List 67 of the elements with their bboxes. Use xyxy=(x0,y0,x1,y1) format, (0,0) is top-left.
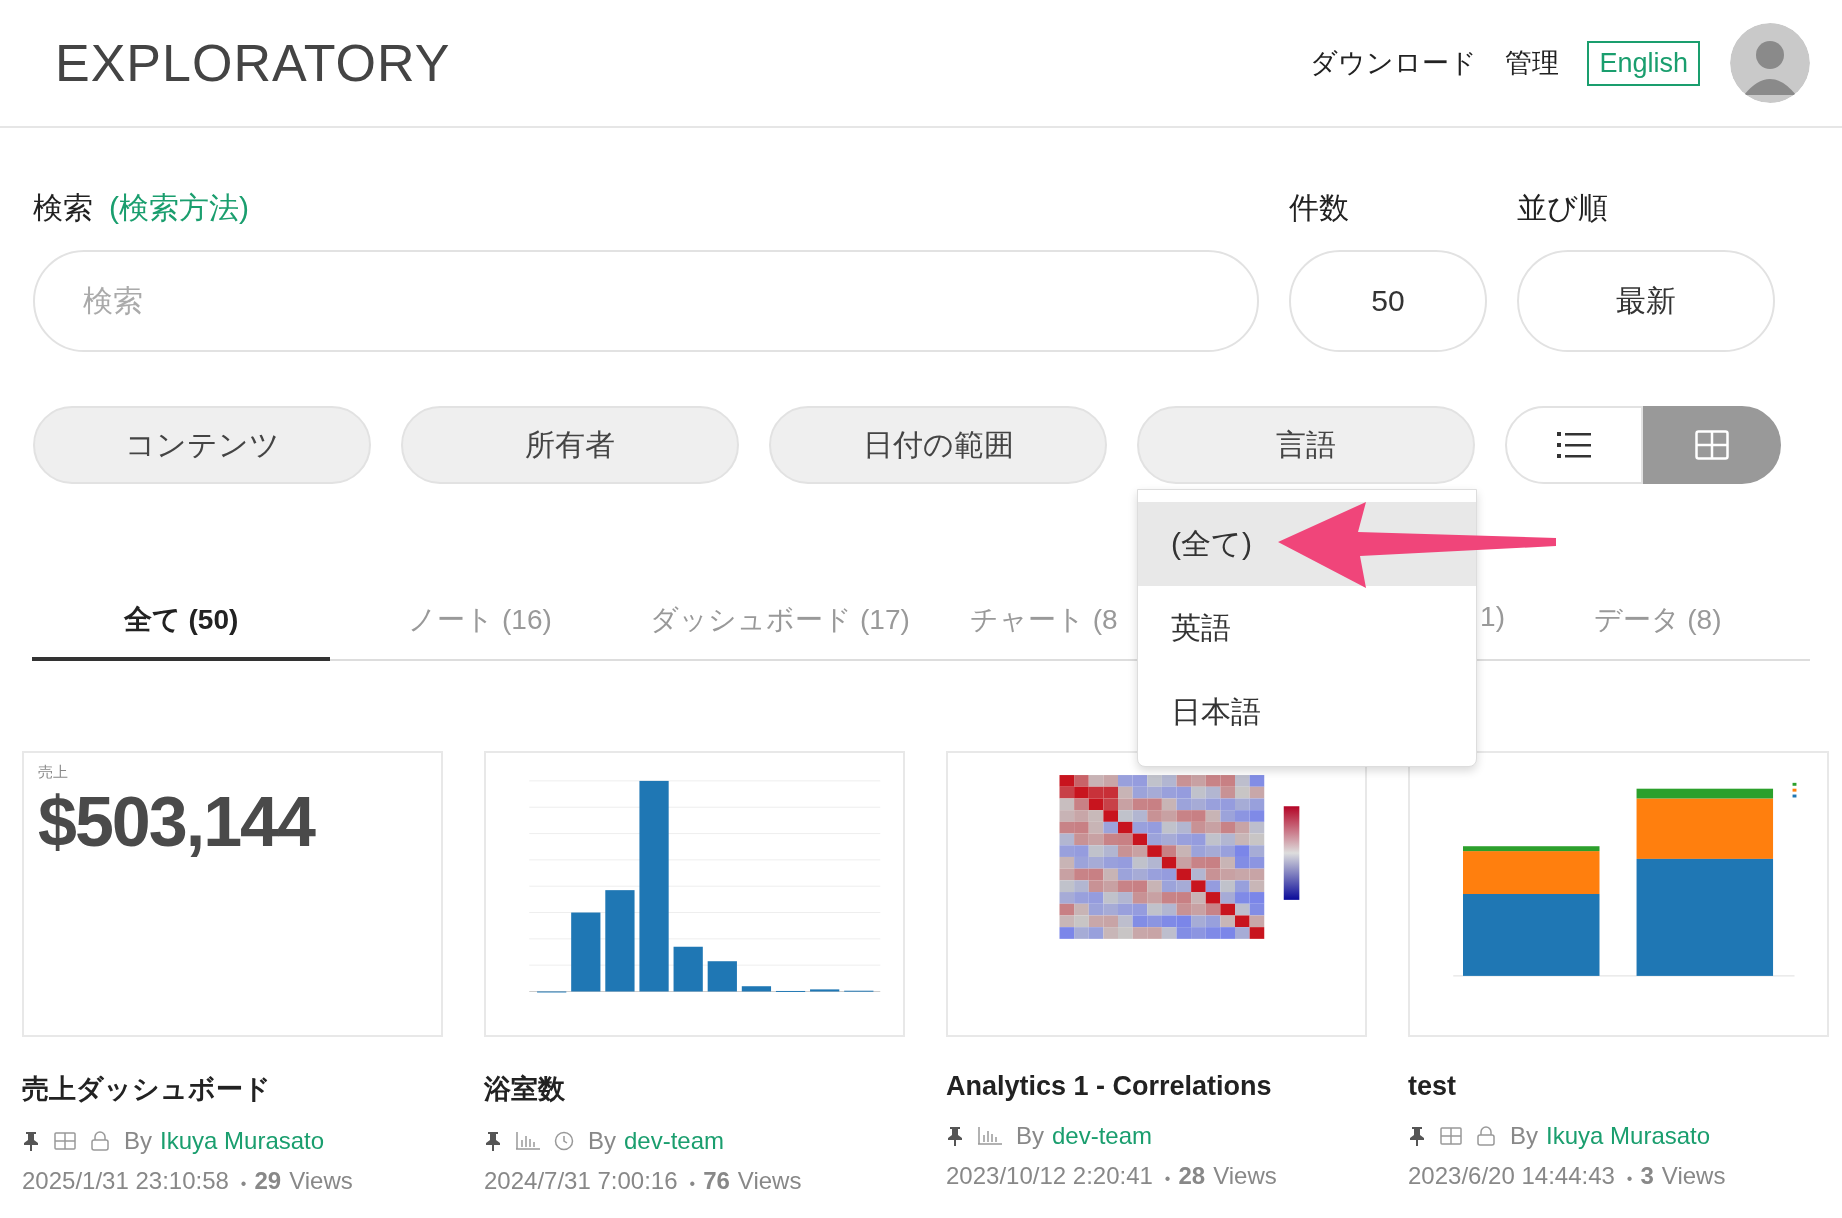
count-field[interactable]: 50 xyxy=(1289,250,1487,352)
chart-legend xyxy=(1792,782,1797,798)
filter-button[interactable]: コンテンツ xyxy=(33,406,371,484)
bar xyxy=(741,986,772,992)
sort-label: 並び順 xyxy=(1517,189,1609,226)
search-label: 検索 xyxy=(33,189,93,226)
nav-link[interactable]: ダウンロード xyxy=(1310,45,1478,81)
avatar[interactable] xyxy=(1730,23,1810,103)
lock-icon xyxy=(1476,1126,1496,1146)
thumbnail-card[interactable] xyxy=(484,751,905,1037)
thumbnail-card[interactable]: 売上 $503,144 xyxy=(22,751,443,1037)
list-view-button[interactable] xyxy=(1505,406,1643,484)
filter-button[interactable]: 日付の範囲 xyxy=(769,406,1107,484)
card-title[interactable]: 浴室数 xyxy=(484,1071,905,1107)
nav-link[interactable]: 管理 xyxy=(1505,45,1560,81)
filter-button[interactable]: 所有者 xyxy=(401,406,739,484)
tab[interactable]: 全て (50) xyxy=(32,581,330,661)
card-title[interactable]: Analytics 1 - Correlations xyxy=(946,1071,1367,1102)
pin-icon[interactable] xyxy=(1408,1126,1426,1146)
separator-dot: • xyxy=(1626,1170,1633,1188)
views-label: Views xyxy=(737,1167,802,1195)
pin-icon[interactable] xyxy=(22,1131,40,1151)
clock-icon xyxy=(554,1131,574,1151)
grid-icon xyxy=(1440,1127,1462,1145)
bar-chart-icon xyxy=(978,1127,1002,1145)
date-text: 2024/7/31 7:00:16 xyxy=(484,1167,678,1195)
search-field[interactable]: 検索 xyxy=(33,250,1259,352)
date-text: 2023/6/20 14:44:43 xyxy=(1408,1162,1615,1190)
bar xyxy=(673,946,703,992)
date-text: 2025/1/31 23:10:58 xyxy=(22,1167,229,1195)
menu-item[interactable]: 英語 xyxy=(1138,586,1476,670)
grid-view-button[interactable] xyxy=(1643,406,1781,484)
by-label: By xyxy=(1510,1122,1538,1150)
bar xyxy=(707,961,737,992)
filter-button[interactable]: 言語 xyxy=(1137,406,1475,484)
sort-field[interactable]: 最新 xyxy=(1517,250,1775,352)
views-label: Views xyxy=(289,1167,353,1195)
separator-dot: • xyxy=(240,1175,247,1193)
thumbnail-card[interactable] xyxy=(1408,751,1829,1037)
views-count: 76 xyxy=(703,1167,730,1195)
card-title[interactable]: 売上ダッシュボード xyxy=(22,1071,443,1107)
by-label: By xyxy=(588,1127,616,1155)
bar-chart-icon xyxy=(516,1132,540,1150)
pin-icon[interactable] xyxy=(946,1126,964,1146)
thumbnail-card[interactable] xyxy=(946,751,1367,1037)
views-count: 28 xyxy=(1178,1162,1206,1190)
separator-dot: • xyxy=(1164,1170,1171,1188)
grid-icon xyxy=(54,1132,76,1150)
views-count: 3 xyxy=(1640,1162,1654,1190)
bar xyxy=(810,989,840,992)
grid-icon xyxy=(1695,430,1729,460)
by-label: By xyxy=(124,1127,152,1155)
list-icon xyxy=(1557,431,1591,459)
menu-item[interactable]: 日本語 xyxy=(1138,670,1476,754)
views-label: Views xyxy=(1661,1162,1726,1190)
separator-dot: • xyxy=(689,1175,696,1193)
lock-icon xyxy=(90,1131,110,1151)
by-label: By xyxy=(1016,1122,1044,1150)
views-label: Views xyxy=(1213,1162,1277,1190)
count-label: 件数 xyxy=(1289,189,1350,226)
card-title[interactable]: test xyxy=(1408,1071,1829,1102)
metric-label: 売上 xyxy=(38,763,68,782)
date-text: 2023/10/12 2:20:41 xyxy=(946,1162,1153,1190)
metric-value: $503,144 xyxy=(38,782,314,862)
logo[interactable]: EXPLORATORY xyxy=(55,33,451,93)
pin-icon[interactable] xyxy=(484,1131,502,1151)
views-count: 29 xyxy=(254,1167,282,1195)
